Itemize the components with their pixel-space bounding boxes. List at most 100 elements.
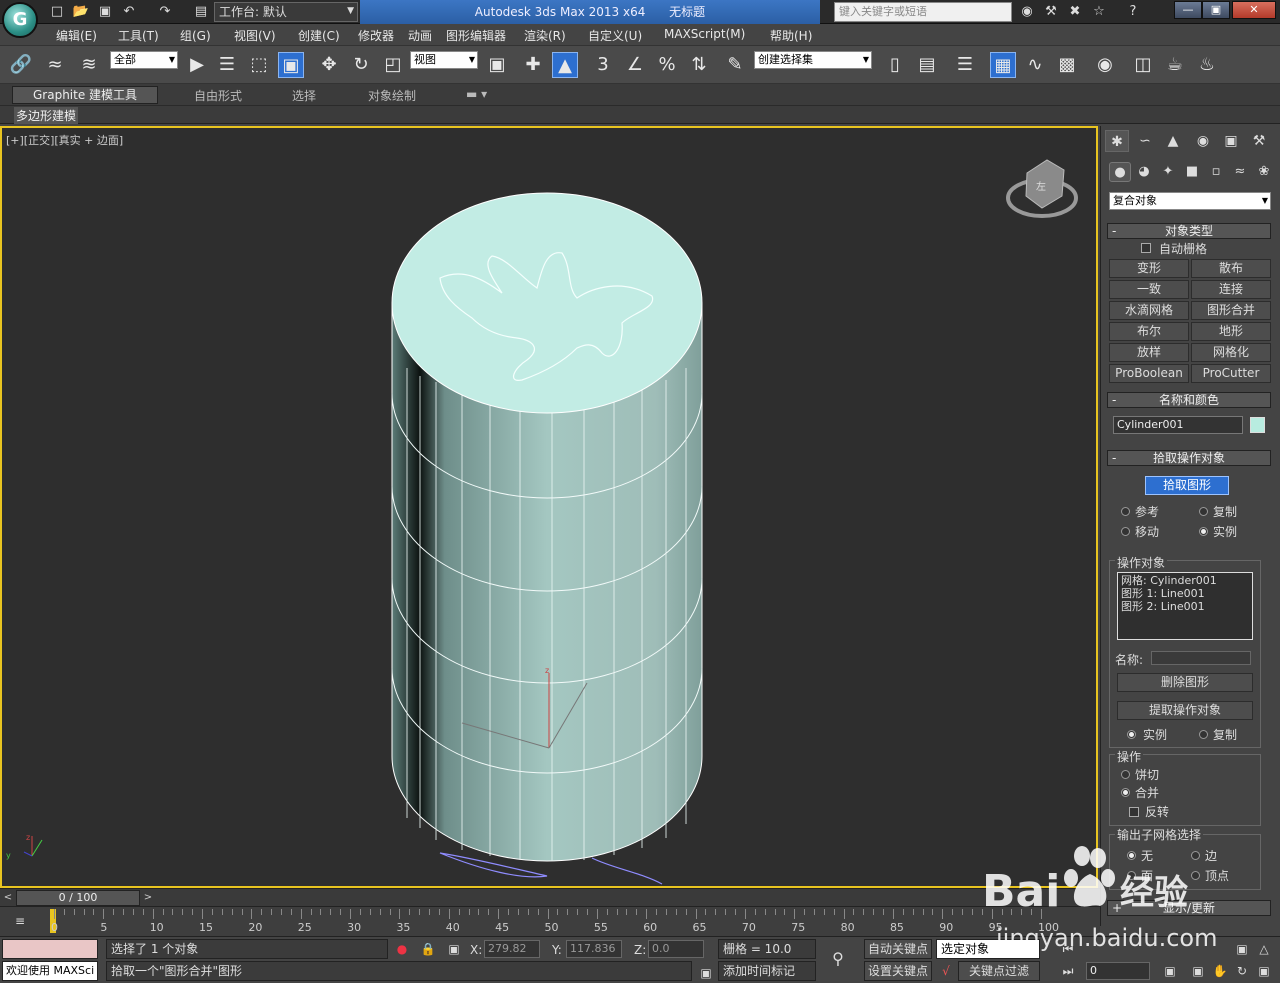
rendered-frame-window-icon[interactable]: ☕ [1162,52,1188,78]
list-item[interactable]: 图形 1: Line001 [1121,587,1249,600]
mesher-button[interactable]: 网格化 [1191,343,1271,362]
subscription-icon[interactable]: ⚒ [1042,3,1060,21]
menu-tools[interactable]: 工具(T) [118,27,159,44]
modify-tab-icon[interactable]: ∽ [1133,130,1157,152]
add-time-tag[interactable]: 添加时间标记 [718,961,816,981]
orbit-icon[interactable]: ↻ [1234,963,1250,979]
zoom-extents-all-icon[interactable]: ▣ [1234,941,1250,957]
cookie-cutter-radio[interactable] [1121,770,1130,779]
select-and-move-icon[interactable]: ✥ [316,52,342,78]
operands-list[interactable]: 网格: Cylinder001 图形 1: Line001 图形 2: Line… [1117,572,1253,640]
hierarchy-tab-icon[interactable]: ▲ [1161,130,1185,152]
rollout-name-color[interactable]: - 名称和颜色 [1107,392,1271,408]
maximize-viewport-icon[interactable]: ▣ [1256,963,1272,979]
curve-editor-icon[interactable]: ∿ [1022,52,1048,78]
menu-maxscript[interactable]: MAXScript(M) [664,27,745,41]
create-tab-icon[interactable]: ✱ [1105,130,1129,152]
key-filter-curve-icon[interactable]: √ [938,963,954,979]
conform-button[interactable]: 一致 [1109,280,1189,299]
help-icon[interactable]: ? [1124,3,1142,21]
tab-polygon-modeling[interactable]: 多边形建模 [14,107,79,124]
geometry-icon[interactable]: ● [1109,162,1131,182]
spinner-snap-icon[interactable]: ⇅ [686,52,712,78]
copy-radio[interactable] [1199,507,1208,516]
systems-icon[interactable]: ❀ [1253,162,1275,182]
edit-named-selection-icon[interactable]: ✎ [722,52,748,78]
procutter-button[interactable]: ProCutter [1191,364,1271,383]
keyboard-shortcut-override-icon[interactable]: ▲ [552,52,578,78]
render-production-icon[interactable]: ♨ [1194,52,1220,78]
unlink-icon[interactable]: ≈ [42,52,68,78]
key-icon[interactable]: ⚲ [830,951,846,967]
isolate-selection-icon[interactable]: ● [394,941,410,957]
time-prev-icon[interactable]: < [1,890,15,906]
select-object-icon[interactable]: ▶ [184,52,210,78]
utilities-tab-icon[interactable]: ⚒ [1247,130,1271,152]
instance-radio[interactable] [1199,527,1208,536]
object-name-field[interactable]: Cylinder001 [1113,416,1243,434]
timeline-track[interactable]: ≡ 0 5 10 15 20 25 30 35 40 45 50 55 60 65 70 75 80 85 90 95… [0,906,1100,936]
menu-edit[interactable]: 编辑(E) [56,27,97,44]
list-item[interactable]: 图形 2: Line001 [1121,600,1249,613]
terrain-button[interactable]: 地形 [1191,322,1271,341]
project-folder-icon[interactable]: ▤ [192,3,210,21]
lights-icon[interactable]: ✦ [1157,162,1179,182]
named-selection-dropdown[interactable]: 创建选择集 ▼ [754,51,872,69]
angle-snap-icon[interactable]: ∠ [622,52,648,78]
rollout-pick-operand[interactable]: - 拾取操作对象 [1107,450,1271,466]
render-setup-icon[interactable]: ◫ [1130,52,1156,78]
time-next-icon[interactable]: > [141,890,155,906]
list-item[interactable]: 网格: Cylinder001 [1121,574,1249,587]
window-crossing-icon[interactable]: ▣ [278,52,304,78]
menu-animation[interactable]: 动画 [408,27,432,44]
z-coordinate-field[interactable]: 0.0 [648,940,704,958]
menu-modifiers[interactable]: 修改器 [358,27,394,44]
material-editor-icon[interactable]: ◉ [1092,52,1118,78]
mini-curve-editor-icon[interactable]: ≡ [12,913,28,929]
absolute-mode-icon[interactable]: ▣ [446,941,462,957]
y-coordinate-field[interactable]: 117.836 [566,940,622,958]
selection-filter-dropdown[interactable]: 全部 ▼ [110,51,178,69]
menu-rendering[interactable]: 渲染(R) [524,27,566,44]
pivot-center-icon[interactable]: ▣ [484,52,510,78]
rollout-object-type[interactable]: - 对象类型 [1107,223,1271,239]
shapes-icon[interactable]: ◕ [1133,162,1155,182]
tab-graphite-modeling[interactable]: Graphite 建模工具 [12,86,159,104]
percent-snap-icon[interactable]: % [654,52,680,78]
menu-group[interactable]: 组(G) [180,27,211,44]
maxscript-listener-mini[interactable] [2,939,98,959]
delete-shape-button[interactable]: 删除图形 [1117,673,1253,692]
space-warps-icon[interactable]: ≈ [1229,162,1251,182]
invert-checkbox[interactable] [1129,807,1139,817]
select-and-scale-icon[interactable]: ◰ [380,52,406,78]
loft-button[interactable]: 放样 [1109,343,1189,362]
workspace-dropdown[interactable]: 工作台: 默认 ▼ [214,2,358,22]
bind-space-warp-icon[interactable]: ≋ [76,52,102,78]
undo-icon[interactable]: ↶ [120,3,138,21]
graphite-toggle-icon[interactable]: ▦ [990,52,1016,78]
selection-lock-icon[interactable]: 🔒 [420,941,436,957]
blobmesh-button[interactable]: 水滴网格 [1109,301,1189,320]
set-key-button[interactable]: 设置关键点 [864,961,932,981]
close-button[interactable]: ✕ [1232,1,1276,19]
align-icon[interactable]: ▤ [914,52,940,78]
favorites-star-icon[interactable]: ☆ [1090,3,1108,21]
ribbon-options-icon[interactable]: ▬ ▾ [466,87,487,101]
viewcube-icon[interactable]: 左 [1006,159,1078,218]
shapemerge-button[interactable]: 图形合并 [1191,301,1271,320]
menu-views[interactable]: 视图(V) [234,27,276,44]
auto-grid-checkbox[interactable] [1141,243,1151,253]
helpers-icon[interactable]: ▫ [1205,162,1227,182]
tab-selection[interactable]: 选择 [292,87,316,104]
cylinder-object[interactable] [391,192,703,862]
mirror-icon[interactable]: ▯ [882,52,908,78]
extract-operand-button[interactable]: 提取操作对象 [1117,701,1253,720]
reference-radio[interactable] [1121,507,1130,516]
field-of-view-icon[interactable]: △ [1256,941,1272,957]
search-input[interactable]: 键入关键字或短语 [834,2,1012,22]
connect-button[interactable]: 连接 [1191,280,1271,299]
move-radio[interactable] [1121,527,1130,536]
cameras-icon[interactable]: ■ [1181,162,1203,182]
layer-manager-icon[interactable]: ☰ [952,52,978,78]
select-manipulate-icon[interactable]: ✚ [520,52,546,78]
